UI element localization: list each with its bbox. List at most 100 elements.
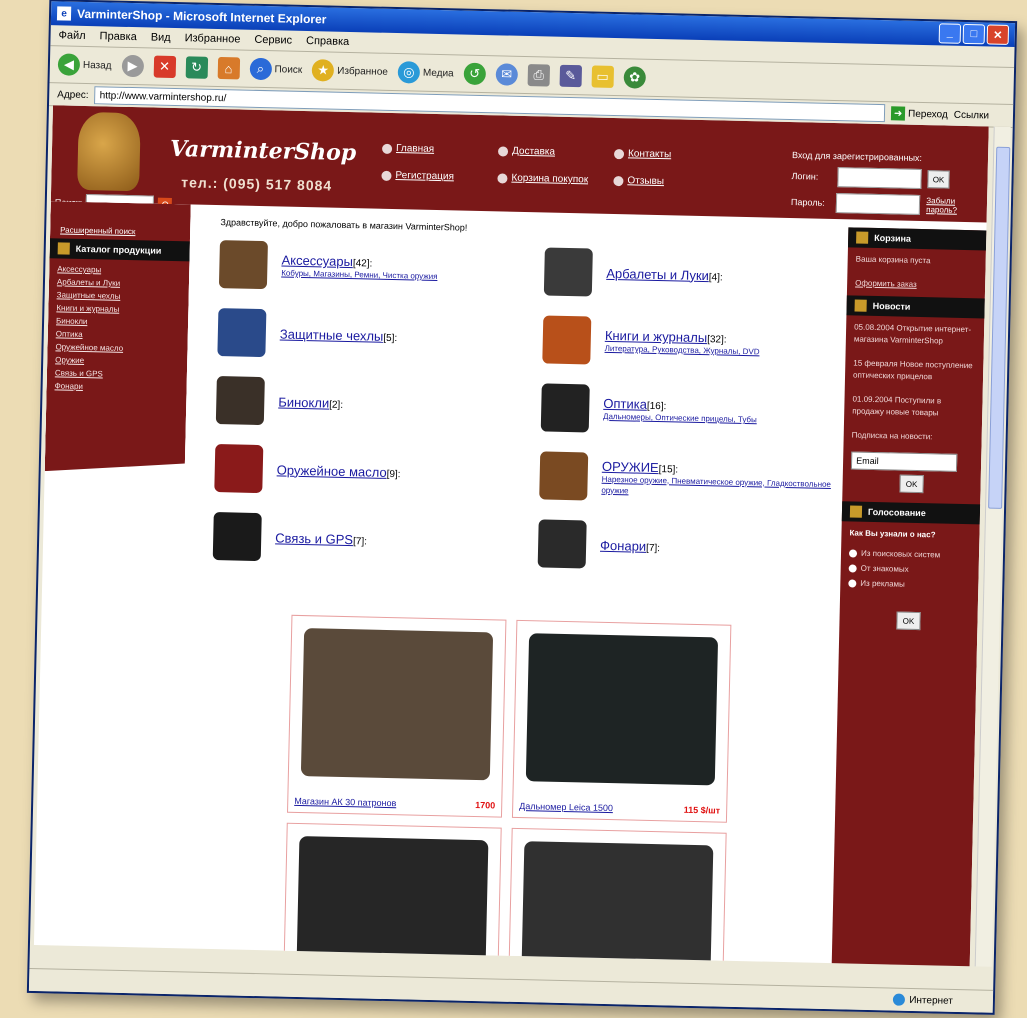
right-sidebar: Корзина Ваша корзина пуста Оформить зака… [831,227,987,967]
media-button[interactable]: ◎ Медиа [397,61,454,84]
back-button[interactable]: ◀ Назад [57,53,112,76]
nav-reviews[interactable]: Отзывы [613,175,721,188]
category-subs[interactable]: Литература, Руководства, Журналы, DVD [604,343,760,358]
product-card[interactable]: Дальномер Leica 1500 115 $/шт [511,619,732,823]
refresh-button[interactable]: ↻ [185,56,208,79]
menu-help[interactable]: Справка [306,35,349,48]
address-label: Адрес: [57,88,89,101]
stop-button[interactable]: ✕ [153,55,176,79]
category-link[interactable]: Аксессуары [281,252,353,269]
category-count: [5]: [383,332,398,344]
news-item[interactable]: 15 февраля Новое поступление оптических … [845,351,984,390]
category-image[interactable] [539,451,589,501]
edit-button[interactable]: ✎ [559,64,582,88]
menu-favorites[interactable]: Избранное [185,32,241,45]
nav-cart[interactable]: Корзина покупок [497,172,605,185]
login-input[interactable] [837,167,922,189]
category-link[interactable]: Связь и GPS [275,530,353,547]
catalog-item[interactable]: Фонари [54,379,178,395]
forward-button[interactable]: ▶ [121,54,144,78]
vote-button[interactable]: OK [896,611,921,631]
category-count: [32]: [707,334,727,346]
radio-icon[interactable] [848,564,857,573]
mail-button[interactable]: ✉ [495,63,518,86]
close-button[interactable]: ✕ [986,24,1010,45]
product-card[interactable]: Прибор ночного видения [507,827,727,967]
news-item[interactable]: 05.08.2004 Открытие интернет-магазина Va… [846,315,985,354]
nav-contacts[interactable]: Контакты [613,148,722,161]
logo-image[interactable] [77,111,141,192]
product-name[interactable]: Дальномер Leica 1500 [519,801,613,813]
star-icon: ★ [311,59,335,82]
favorites-button[interactable]: ★ Избранное [311,59,388,83]
poll-icon [849,505,863,518]
category-image[interactable] [540,383,590,433]
radio-icon[interactable] [848,549,858,558]
category-subs[interactable]: Нарезное оружие, Пневматическое оружие, … [601,473,834,500]
menu-file[interactable]: Файл [58,29,85,42]
advanced-search-link[interactable]: Расширенный поиск [50,201,191,241]
product-card[interactable]: Магазин АК 30 патронов 1700 [287,614,507,818]
category-item: Аксессуары[42]: Кобуры, Магазины, Ремни, … [218,237,515,298]
subscribe-label: Подписка на новости: [851,430,933,442]
go-button[interactable]: ➜ Переход [890,106,948,121]
menu-view[interactable]: Вид [151,31,171,43]
links-button[interactable]: Ссылки [954,109,989,121]
maximize-button[interactable]: □ [962,23,986,45]
minimize-button[interactable]: _ [938,23,962,44]
menu-tools[interactable]: Сервис [254,34,292,47]
subscribe-ok-button[interactable]: OK [899,474,924,494]
product-card[interactable]: Бинокль [282,822,502,967]
home-button[interactable]: ⌂ [217,56,240,80]
nav-register[interactable]: Регистрация [381,170,489,183]
nav-bullet-icon [381,170,392,181]
category-image[interactable] [537,519,587,569]
category-image[interactable] [212,512,262,562]
category-link[interactable]: Оптика [603,396,647,412]
main-content: Здравствуйте, добро пожаловать в магазин… [193,213,841,967]
product-image[interactable] [525,633,719,786]
home-icon: ⌂ [217,56,240,80]
print-button[interactable]: ⎙ [527,64,550,87]
category-grid: Аксессуары[42]: Кобуры, Магазины, Ремни, … [193,237,840,577]
category-link[interactable]: Защитные чехлы [280,326,384,343]
category-subs[interactable]: Дальномеры, Оптические прицелы, Тубы [603,411,757,425]
forgot-password-link[interactable]: Забыли пароль? [926,196,987,215]
messenger-button[interactable]: ✿ [623,66,646,89]
category-link[interactable]: Фонари [600,537,646,553]
folder-button[interactable]: ▭ [591,65,614,88]
product-price: 115 $/шт [683,804,721,816]
product-image[interactable] [296,836,489,967]
category-image[interactable] [214,444,264,494]
nav-home[interactable]: Главная [381,143,490,156]
category-count: [2]: [329,399,344,411]
password-input[interactable] [836,193,921,215]
category-image[interactable] [218,240,268,290]
radio-icon[interactable] [848,579,857,588]
category-image[interactable] [542,315,592,365]
site-name[interactable]: VarminterShop [170,136,357,166]
category-link[interactable]: Арбалеты и Луки [606,265,709,282]
product-image[interactable] [300,628,494,781]
news-item[interactable]: 01.09.2004 Поступили в продажу новые тов… [844,387,983,426]
history-button[interactable]: ↺ [463,62,486,86]
poll-option[interactable]: Из рекламы [840,575,978,593]
scrollbar-thumb[interactable] [988,146,1011,509]
print-icon: ⎙ [527,64,550,87]
category-link[interactable]: Оружейное масло [277,462,387,479]
category-link[interactable]: Бинокли [278,394,329,410]
category-link[interactable]: ОРУЖИЕ [602,458,659,474]
category-image[interactable] [215,376,265,426]
login-ok-button[interactable]: OK [927,170,950,189]
window-title: VarminterShop - Microsoft Internet Explo… [76,6,327,27]
nav-delivery[interactable]: Доставка [497,145,606,158]
product-name[interactable]: Магазин АК 30 патронов [294,796,396,808]
product-image[interactable] [521,841,714,967]
checkout-link[interactable]: Оформить заказ [847,271,986,298]
search-button[interactable]: ⌕ Поиск [249,57,302,81]
category-subs[interactable]: Кобуры, Магазины, Ремни, Чистка оружия [281,267,437,282]
subscribe-input[interactable]: Email [850,451,958,472]
menu-edit[interactable]: Правка [99,30,136,43]
category-image[interactable] [543,247,593,297]
category-image[interactable] [217,308,267,358]
